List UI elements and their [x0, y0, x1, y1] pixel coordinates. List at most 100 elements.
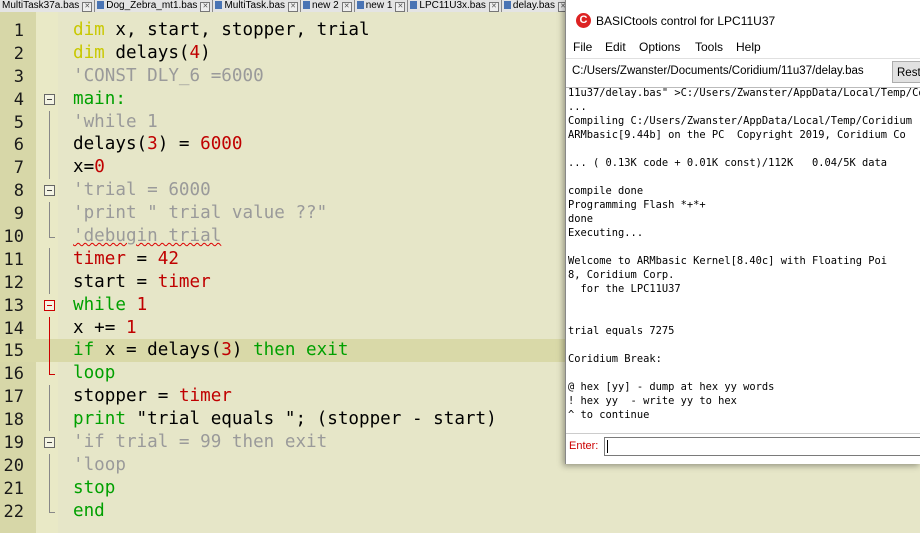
- fold-toggle-icon[interactable]: [44, 299, 55, 311]
- line-number: 21: [3, 478, 24, 499]
- fold-marker: [44, 88, 56, 111]
- code-token: 1: [125, 317, 137, 338]
- line-number: 4: [13, 89, 24, 110]
- close-icon[interactable]: ✕: [488, 2, 499, 12]
- fold-line: [44, 247, 56, 271]
- console-line: ... ( 0.13K code + 0.01K const)/112K 0.0…: [568, 157, 888, 169]
- console-output[interactable]: 11u37/delay.bas" >C:/Users/Zwanster/AppD…: [566, 88, 920, 426]
- fold-marker: [44, 179, 56, 202]
- fold-toggle-icon[interactable]: [44, 437, 55, 449]
- code-token: "trial equals "; (stopper - start): [125, 409, 497, 430]
- code-text: end: [73, 501, 105, 521]
- code-text: x += 1: [73, 318, 137, 338]
- menu-edit[interactable]: Edit: [605, 40, 626, 54]
- code-token: timer: [157, 271, 211, 292]
- enter-label: Enter:: [569, 440, 599, 452]
- line-number: 16: [3, 364, 24, 385]
- fold-line: [44, 476, 56, 500]
- tab-label: new 2: [312, 0, 339, 11]
- code-token: delays(: [104, 42, 190, 63]
- console-line: trial equals 7275: [568, 325, 675, 337]
- menu-file[interactable]: File: [573, 40, 592, 54]
- code-token: 'print " trial value ??": [73, 203, 328, 224]
- code-text: 'print " trial value ??": [73, 203, 327, 223]
- line-number: 7: [13, 158, 24, 179]
- code-text: 'loop: [73, 455, 126, 475]
- console-line: for the LPC11U37: [568, 283, 681, 295]
- tab-1[interactable]: Dog_Zebra_mt1.bas ✕: [95, 0, 214, 12]
- line-number: 14: [3, 318, 24, 339]
- code-text: main:: [73, 89, 126, 109]
- console-line: 11u37/delay.bas" >C:/Users/Zwanster/AppD…: [568, 88, 920, 99]
- file-icon: [303, 1, 311, 9]
- line-number: 20: [3, 455, 24, 476]
- code-token: 'CONST DLY_6 =6000: [73, 65, 264, 86]
- tab-0[interactable]: MultiTask37a.bas ✕: [0, 0, 96, 12]
- enter-input[interactable]: [604, 437, 920, 456]
- restart-button[interactable]: Rest: [892, 61, 920, 83]
- close-icon[interactable]: ✕: [82, 2, 93, 12]
- console-line: Programming Flash *+*+: [568, 199, 706, 211]
- file-path-bar: C:/Users/Zwanster/Documents/Coridium/11u…: [566, 58, 920, 88]
- tab-label: new 1: [365, 0, 393, 11]
- fold-blank: [44, 19, 56, 42]
- fold-line: [44, 133, 56, 157]
- menu-tools[interactable]: Tools: [695, 40, 723, 54]
- console-line: @ hex [yy] - dump at hex yy words: [568, 381, 775, 393]
- fold-line: [44, 385, 56, 409]
- fold-blank: [44, 42, 56, 65]
- code-text: 'CONST DLY_6 =6000: [73, 66, 264, 86]
- code-token: 'while 1: [73, 111, 158, 132]
- close-icon[interactable]: ✕: [200, 2, 211, 12]
- code-token: 0: [94, 157, 105, 178]
- code-token: x = delays(: [94, 340, 222, 361]
- line-number: 3: [13, 66, 24, 87]
- close-icon[interactable]: ✕: [341, 2, 352, 12]
- console-line: ! hex yy - write yy to hex: [568, 395, 737, 407]
- code-token: stopper =: [73, 386, 179, 407]
- code-text: dim delays(4): [73, 43, 211, 63]
- file-icon: [356, 1, 364, 9]
- code-text: stopper = timer: [73, 386, 232, 406]
- fold-end-marker: [44, 362, 56, 385]
- code-text: delays(3) = 6000: [73, 134, 243, 154]
- code-token: 'if trial = 99 then exit: [73, 432, 328, 453]
- tab-6[interactable]: delay.bas ✕: [501, 0, 571, 12]
- line-number: 5: [13, 112, 24, 133]
- console-line: ...: [568, 101, 587, 113]
- tab-5[interactable]: LPC11U3x.bas ✕: [408, 0, 502, 12]
- code-token: end: [73, 500, 105, 521]
- line-number: 13: [3, 295, 24, 316]
- line-number: 8: [13, 181, 24, 202]
- line-number: 18: [3, 410, 24, 431]
- menu-options[interactable]: Options: [639, 40, 680, 54]
- close-icon[interactable]: ✕: [288, 2, 299, 12]
- fold-toggle-icon[interactable]: [44, 185, 55, 197]
- tab-3[interactable]: new 2 ✕: [301, 0, 355, 12]
- console-line: Executing...: [568, 227, 644, 239]
- code-token: print: [73, 409, 126, 430]
- title-bar: C BASICtools control for LPC11U37: [566, 0, 920, 38]
- close-icon[interactable]: ✕: [395, 2, 406, 12]
- code-text: 'debugin trial: [73, 226, 221, 246]
- code-token: x +=: [73, 317, 126, 338]
- code-token: timer: [73, 248, 126, 269]
- basictools-window[interactable]: C BASICtools control for LPC11U37 File E…: [565, 0, 920, 464]
- menu-bar: File Edit Options Tools Help: [566, 38, 920, 58]
- menu-help[interactable]: Help: [736, 40, 761, 54]
- code-token: dim: [73, 42, 105, 63]
- line-number: 2: [13, 43, 24, 64]
- code-token: then: [253, 340, 296, 361]
- code-text: stop: [73, 478, 115, 498]
- code-token: 3: [221, 340, 232, 361]
- fold-line: [44, 156, 56, 180]
- code-text: print "trial equals "; (stopper - start): [73, 409, 497, 429]
- file-icon: [215, 1, 223, 9]
- code-line[interactable]: 22 end: [0, 499, 920, 523]
- code-line[interactable]: 21 stop: [0, 476, 920, 500]
- tab-4[interactable]: new 1 ✕: [354, 0, 409, 12]
- tab-2[interactable]: MultiTask.bas ✕: [213, 0, 302, 12]
- fold-toggle-icon[interactable]: [44, 93, 55, 105]
- code-token: 4: [189, 42, 201, 63]
